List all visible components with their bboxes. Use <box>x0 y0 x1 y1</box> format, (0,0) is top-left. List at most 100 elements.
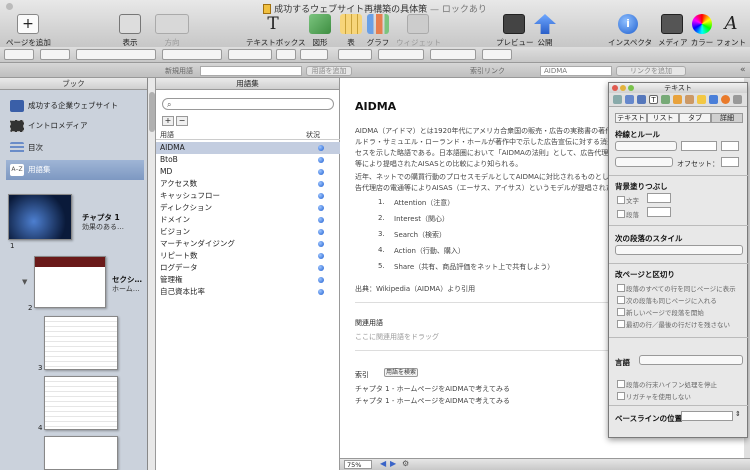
glossary-term-row[interactable]: AIDMA <box>156 142 340 154</box>
metrics-inspector-icon[interactable] <box>673 95 682 104</box>
collapse-arrows-icon[interactable]: « <box>740 65 746 75</box>
inspector-button[interactable]: i インスペクタ <box>608 14 652 48</box>
page-thumbnail-4[interactable] <box>44 376 118 430</box>
paragraph-style-popup[interactable] <box>76 49 156 60</box>
tab-text[interactable]: テキスト <box>615 113 647 123</box>
glossary-term-row[interactable]: BtoB <box>156 154 340 166</box>
columns-popup[interactable] <box>482 49 512 60</box>
line-spacing-popup[interactable] <box>430 49 476 60</box>
offset-field[interactable] <box>721 157 739 167</box>
add-link-button[interactable]: リンクを追加 <box>616 66 686 76</box>
keep-lines-together-checkbox[interactable]: 段落のすべての行を同じページに表示 <box>617 283 736 293</box>
chart-button[interactable]: グラフ <box>366 14 390 48</box>
quicktime-inspector-icon[interactable] <box>721 95 730 104</box>
book-item-toc[interactable]: 目次 <box>6 138 144 158</box>
link-inspector-icon[interactable] <box>709 95 718 104</box>
glossary-term-row[interactable]: 管理権 <box>156 274 340 286</box>
index-entry[interactable]: チャプタ 1 - ホームページをAIDMAで考えてみる <box>355 384 510 394</box>
language-popup[interactable] <box>639 355 743 365</box>
zoom-popup[interactable]: 75% <box>344 460 372 469</box>
glossary-term-row[interactable]: ドメイン <box>156 214 340 226</box>
document-inspector-icon[interactable] <box>613 95 622 104</box>
text-color-well[interactable] <box>300 49 328 60</box>
shapes-button[interactable]: 図形 <box>308 14 332 48</box>
border-width-field[interactable] <box>721 141 739 151</box>
next-style-popup[interactable] <box>615 245 743 255</box>
colors-button[interactable]: カラー <box>690 14 714 48</box>
style-menu[interactable] <box>4 49 34 60</box>
page-thumbnail-3[interactable] <box>44 316 118 370</box>
view-button[interactable]: 表示 <box>112 14 148 48</box>
glossary-term-row[interactable]: MD <box>156 166 340 178</box>
col-status[interactable]: 状況 <box>306 130 320 140</box>
glossary-term-row[interactable]: マーチャンダイジング <box>156 238 340 250</box>
list-style-menu[interactable] <box>40 49 70 60</box>
table-inspector-icon[interactable] <box>685 95 694 104</box>
font-typeface-popup[interactable] <box>228 49 272 60</box>
disclosure-triangle-icon[interactable]: ▼ <box>22 278 27 286</box>
character-fill-color-well[interactable] <box>647 193 671 203</box>
remove-term-button[interactable]: − <box>176 116 188 126</box>
widow-orphan-control-checkbox[interactable]: 最初の行／最後の行だけを残さない <box>617 319 730 329</box>
col-term[interactable]: 用語 <box>160 130 174 140</box>
glossary-term-row[interactable]: アクセス数 <box>156 178 340 190</box>
minimize-icon[interactable] <box>620 85 626 91</box>
graphic-inspector-icon[interactable] <box>661 95 670 104</box>
font-size-field[interactable] <box>276 49 296 60</box>
bold-italic-underline[interactable] <box>338 49 372 60</box>
close-icon[interactable] <box>612 85 618 91</box>
paragraph-fill-checkbox[interactable]: 段落 <box>617 209 639 219</box>
chart-inspector-icon[interactable] <box>697 95 706 104</box>
publish-button[interactable]: 公開 <box>534 14 556 48</box>
layout-inspector-icon[interactable] <box>625 95 634 104</box>
no-hyphenation-checkbox[interactable]: 段落の行末ハイフン処理を停止 <box>617 379 717 389</box>
book-item-cover[interactable]: 成功する企業ウェブサイト <box>6 96 144 116</box>
preview-button[interactable]: プレビュー <box>496 14 534 48</box>
glossary-term-row[interactable]: 自己資本比率 <box>156 286 340 298</box>
border-position-buttons[interactable] <box>615 157 673 167</box>
widget-button[interactable]: ウィジェット <box>396 14 441 48</box>
alignment-buttons[interactable] <box>378 49 424 60</box>
page-thumbnail-5[interactable] <box>44 436 118 470</box>
glossary-term-row[interactable]: キャッシュフロー <box>156 190 340 202</box>
book-item-intro-media[interactable]: イントロメディア <box>6 116 144 136</box>
media-button[interactable]: メディア <box>658 14 687 48</box>
tab-list[interactable]: リスト <box>647 113 679 123</box>
glossary-term-row[interactable]: ログデータ <box>156 262 340 274</box>
search-term-button[interactable]: 用語を検索 <box>384 368 418 377</box>
border-style-popup[interactable] <box>615 141 677 151</box>
index-link-popup[interactable]: AIDMA <box>540 66 612 76</box>
glossary-term-row[interactable]: ディレクション <box>156 202 340 214</box>
book-item-glossary[interactable]: A–Z 用語集 <box>6 160 144 180</box>
index-entry[interactable]: チャプタ 1 - ホームページをAIDMAで考えてみる <box>355 396 510 406</box>
tab-more[interactable]: 詳細 <box>711 113 743 123</box>
keep-with-next-checkbox[interactable]: 次の段落も同じページに入れる <box>617 295 717 305</box>
baseline-shift-field[interactable] <box>681 411 733 421</box>
stepper-icon[interactable]: ⇕ <box>735 410 741 418</box>
widget-inspector-icon[interactable] <box>733 95 742 104</box>
zoom-icon[interactable] <box>628 85 634 91</box>
new-term-input[interactable] <box>200 66 302 76</box>
paragraph-starts-on-new-page-checkbox[interactable]: 新しいページで段落を開始 <box>617 307 704 317</box>
character-fill-checkbox[interactable]: 文字 <box>617 195 639 205</box>
next-page-icon[interactable]: ▶ <box>390 459 396 468</box>
glossary-term-row[interactable]: ビジョン <box>156 226 340 238</box>
related-terms-dropzone[interactable]: ここに関連用語をドラッグ <box>355 332 439 342</box>
prev-page-icon[interactable]: ◀ <box>380 459 386 468</box>
no-ligatures-checkbox[interactable]: リガチャを使用しない <box>617 391 691 401</box>
scroll-thumb[interactable] <box>149 92 155 132</box>
add-page-button[interactable]: + ページを追加 <box>6 14 51 48</box>
section-thumbnail[interactable] <box>34 256 106 308</box>
wrap-inspector-icon[interactable] <box>637 95 646 104</box>
gear-icon[interactable]: ⚙ <box>402 459 409 468</box>
text-inspector-icon[interactable]: T <box>649 95 658 104</box>
table-button[interactable]: 表 <box>340 14 362 48</box>
glossary-term-row[interactable]: リピート数 <box>156 250 340 262</box>
glossary-search-input[interactable]: ⌕ <box>162 98 334 110</box>
fonts-button[interactable]: A フォント <box>716 14 746 48</box>
font-family-popup[interactable] <box>162 49 222 60</box>
tab-tabs[interactable]: タブ <box>679 113 711 123</box>
paragraph-fill-color-well[interactable] <box>647 207 671 217</box>
chapter-thumbnail[interactable] <box>8 194 72 240</box>
orientation-button[interactable]: 方向 <box>152 14 192 48</box>
